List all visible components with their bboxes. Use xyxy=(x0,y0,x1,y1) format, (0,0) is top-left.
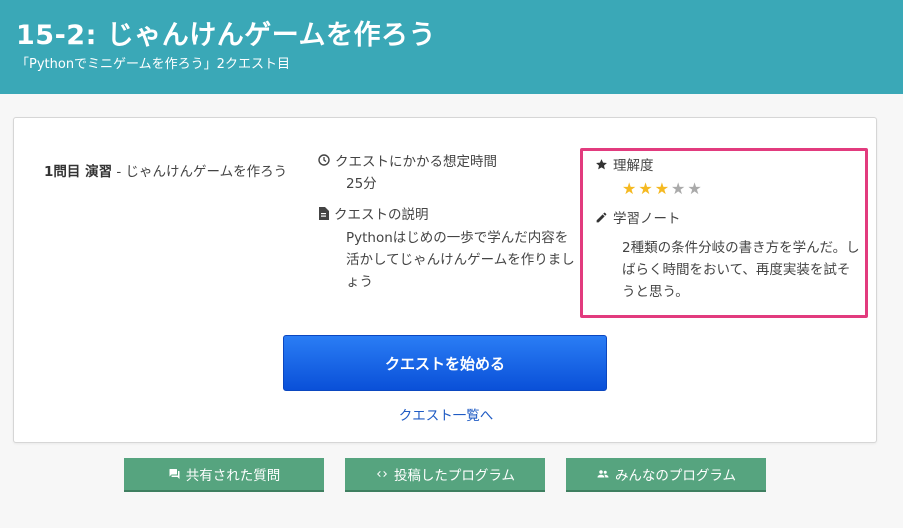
start-quest-button[interactable]: クエストを始める xyxy=(283,335,607,391)
rating-star-icon: ★ xyxy=(638,179,653,198)
quest-list-link: クエスト一覧へ xyxy=(14,404,878,424)
time-row: クエストにかかる想定時間 xyxy=(318,150,578,170)
question-title: - じゃんけんゲームを作ろう xyxy=(112,164,288,180)
chat-icon xyxy=(169,469,180,479)
question-number: 1問目 演習 xyxy=(44,164,113,180)
time-label: クエストにかかる想定時間 xyxy=(335,154,497,170)
clock-icon xyxy=(318,154,330,166)
shared-questions-button[interactable]: 共有された質問 xyxy=(124,458,324,492)
rating-star-icon: ★ xyxy=(622,179,637,198)
rating-label: 理解度 xyxy=(613,158,654,174)
desc-label: クエストの説明 xyxy=(334,207,429,223)
quest-card: 1問目 演習 - じゃんけんゲームを作ろう クエストにかかる想定時間 25分 ク… xyxy=(13,117,877,443)
shared-questions-label: 共有された質問 xyxy=(185,468,281,484)
pencil-icon xyxy=(596,212,607,222)
star-icon xyxy=(596,158,607,169)
note-text: 2種類の条件分岐の書き方を学んだ。しばらく時間をおいて、再度実装を試そうと思う。 xyxy=(622,240,860,300)
desc-row: クエストの説明 xyxy=(318,203,578,223)
people-icon xyxy=(597,470,609,478)
everyone-programs-label: みんなのプログラム xyxy=(614,468,737,484)
rating-star-icon: ★ xyxy=(671,179,686,198)
posted-programs-label: 投稿したプログラム xyxy=(393,468,516,484)
rating-star-icon: ★ xyxy=(654,179,670,198)
understanding-panel: 理解度 ★ ★ ★ ★ ★ 学習ノート 2種類の条件分岐の書き方を学んだ。しばら… xyxy=(580,148,868,318)
page-title: 15-2: じゃんけんゲームを作ろう xyxy=(16,20,436,51)
everyone-programs-button[interactable]: みんなのプログラム xyxy=(566,458,766,492)
rating-stars: ★ ★ ★ ★ ★ xyxy=(622,180,702,198)
time-value: 25分 xyxy=(346,176,377,192)
question-label: 1問目 演習 - じゃんけんゲームを作ろう xyxy=(44,162,294,183)
page-subtitle: 「Pythonでミニゲームを作ろう」2クエスト目 xyxy=(16,57,290,72)
page-header: 15-2: じゃんけんゲームを作ろう 「Pythonでミニゲームを作ろう」2クエ… xyxy=(0,0,903,94)
code-icon xyxy=(376,471,387,477)
note-row: 学習ノート xyxy=(595,207,681,227)
posted-programs-button[interactable]: 投稿したプログラム xyxy=(345,458,545,492)
rating-star-icon: ★ xyxy=(687,179,702,198)
document-icon xyxy=(319,206,329,220)
rating-row: 理解度 xyxy=(595,154,654,174)
quest-info: クエストにかかる想定時間 25分 クエストの説明 Pythonはじめの一歩で学ん… xyxy=(318,150,578,293)
desc-value: Pythonはじめの一歩で学んだ内容を活かしてじゃんけんゲームを作りましょう xyxy=(346,230,575,290)
quest-list-link-text[interactable]: クエスト一覧へ xyxy=(399,408,494,424)
note-label: 学習ノート xyxy=(613,211,681,227)
